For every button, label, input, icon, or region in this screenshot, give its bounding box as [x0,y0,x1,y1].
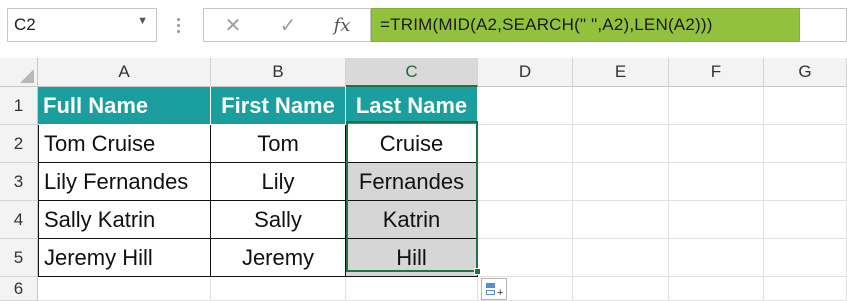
column-header-d[interactable]: D [478,58,573,87]
cell-b5[interactable]: Jeremy [211,239,346,277]
cell-d5[interactable] [478,239,573,277]
cell-f3[interactable] [669,163,764,201]
cell-a1[interactable]: Full Name [38,87,211,125]
checkmark-icon[interactable]: ✓ [274,12,302,38]
cell-e3[interactable] [573,163,669,201]
row-header-3[interactable]: 3 [0,163,38,201]
column-header-b[interactable]: B [211,58,346,87]
cell-c6[interactable] [346,277,478,301]
formula-text[interactable]: =TRIM(MID(A2,SEARCH(" ",A2),LEN(A2))) [380,15,713,35]
cell-b2[interactable]: Tom [211,125,346,163]
cell-c1[interactable]: Last Name [346,87,478,125]
cell-c3[interactable]: Fernandes [346,163,478,201]
row-header-1[interactable]: 1 [0,87,38,125]
cell-f1[interactable] [669,87,764,125]
cell-f5[interactable] [669,239,764,277]
cell-d2[interactable] [478,125,573,163]
chevron-down-icon[interactable]: ▼ [137,15,148,27]
spreadsheet-grid: A B C D E F G 1 2 3 4 5 6 Full Name Firs… [0,58,847,301]
cell-f2[interactable] [669,125,764,163]
cell-b6[interactable] [211,277,346,301]
cell-b1[interactable]: First Name [211,87,346,125]
name-box[interactable]: C2 ▼ [7,8,157,42]
row-header-6[interactable]: 6 [0,277,38,301]
cell-e1[interactable] [573,87,669,125]
formula-bar-buttons: ✕ ✓ fx [203,8,371,42]
cell-a6[interactable] [38,277,211,301]
column-header-c[interactable]: C [346,58,478,87]
cell-a4[interactable]: Sally Katrin [38,201,211,239]
cell-a5[interactable]: Jeremy Hill [38,239,211,277]
row-header-5[interactable]: 5 [0,239,38,277]
cell-g2[interactable] [764,125,847,163]
cancel-x-icon[interactable]: ✕ [219,12,247,38]
cell-g5[interactable] [764,239,847,277]
fill-handle[interactable] [474,268,481,275]
formula-input-extension[interactable] [800,8,847,42]
cell-a2[interactable]: Tom Cruise [38,125,211,163]
drag-handle-icon[interactable] [172,8,184,42]
row-header-4[interactable]: 4 [0,201,38,239]
quick-analysis-icon[interactable]: + [481,278,507,300]
column-header-e[interactable]: E [573,58,669,87]
select-all-corner[interactable] [0,58,38,87]
column-header-f[interactable]: F [669,58,764,87]
cell-b4[interactable]: Sally [211,201,346,239]
column-header-g[interactable]: G [764,58,847,87]
cell-c5[interactable]: Hill [346,239,478,277]
cell-g1[interactable] [764,87,847,125]
cell-a3[interactable]: Lily Fernandes [38,163,211,201]
cell-d4[interactable] [478,201,573,239]
cell-c2[interactable]: Cruise [346,125,478,163]
column-header-a[interactable]: A [38,58,211,87]
cell-g3[interactable] [764,163,847,201]
cell-c4[interactable]: Katrin [346,201,478,239]
insert-function-icon[interactable]: fx [328,12,356,38]
cell-f4[interactable] [669,201,764,239]
row-header-2[interactable]: 2 [0,125,38,163]
cell-e6[interactable] [573,277,669,301]
cell-e5[interactable] [573,239,669,277]
cell-d3[interactable] [478,163,573,201]
cell-d1[interactable] [478,87,573,125]
name-box-value[interactable]: C2 [14,15,36,35]
cell-g6[interactable] [764,277,847,301]
cell-e2[interactable] [573,125,669,163]
cell-f6[interactable] [669,277,764,301]
cell-e4[interactable] [573,201,669,239]
formula-bar: C2 ▼ ✕ ✓ fx =TRIM(MID(A2,SEARCH(" ",A2),… [0,0,847,59]
cell-g4[interactable] [764,201,847,239]
cell-b3[interactable]: Lily [211,163,346,201]
formula-input[interactable]: =TRIM(MID(A2,SEARCH(" ",A2),LEN(A2))) [371,8,800,42]
